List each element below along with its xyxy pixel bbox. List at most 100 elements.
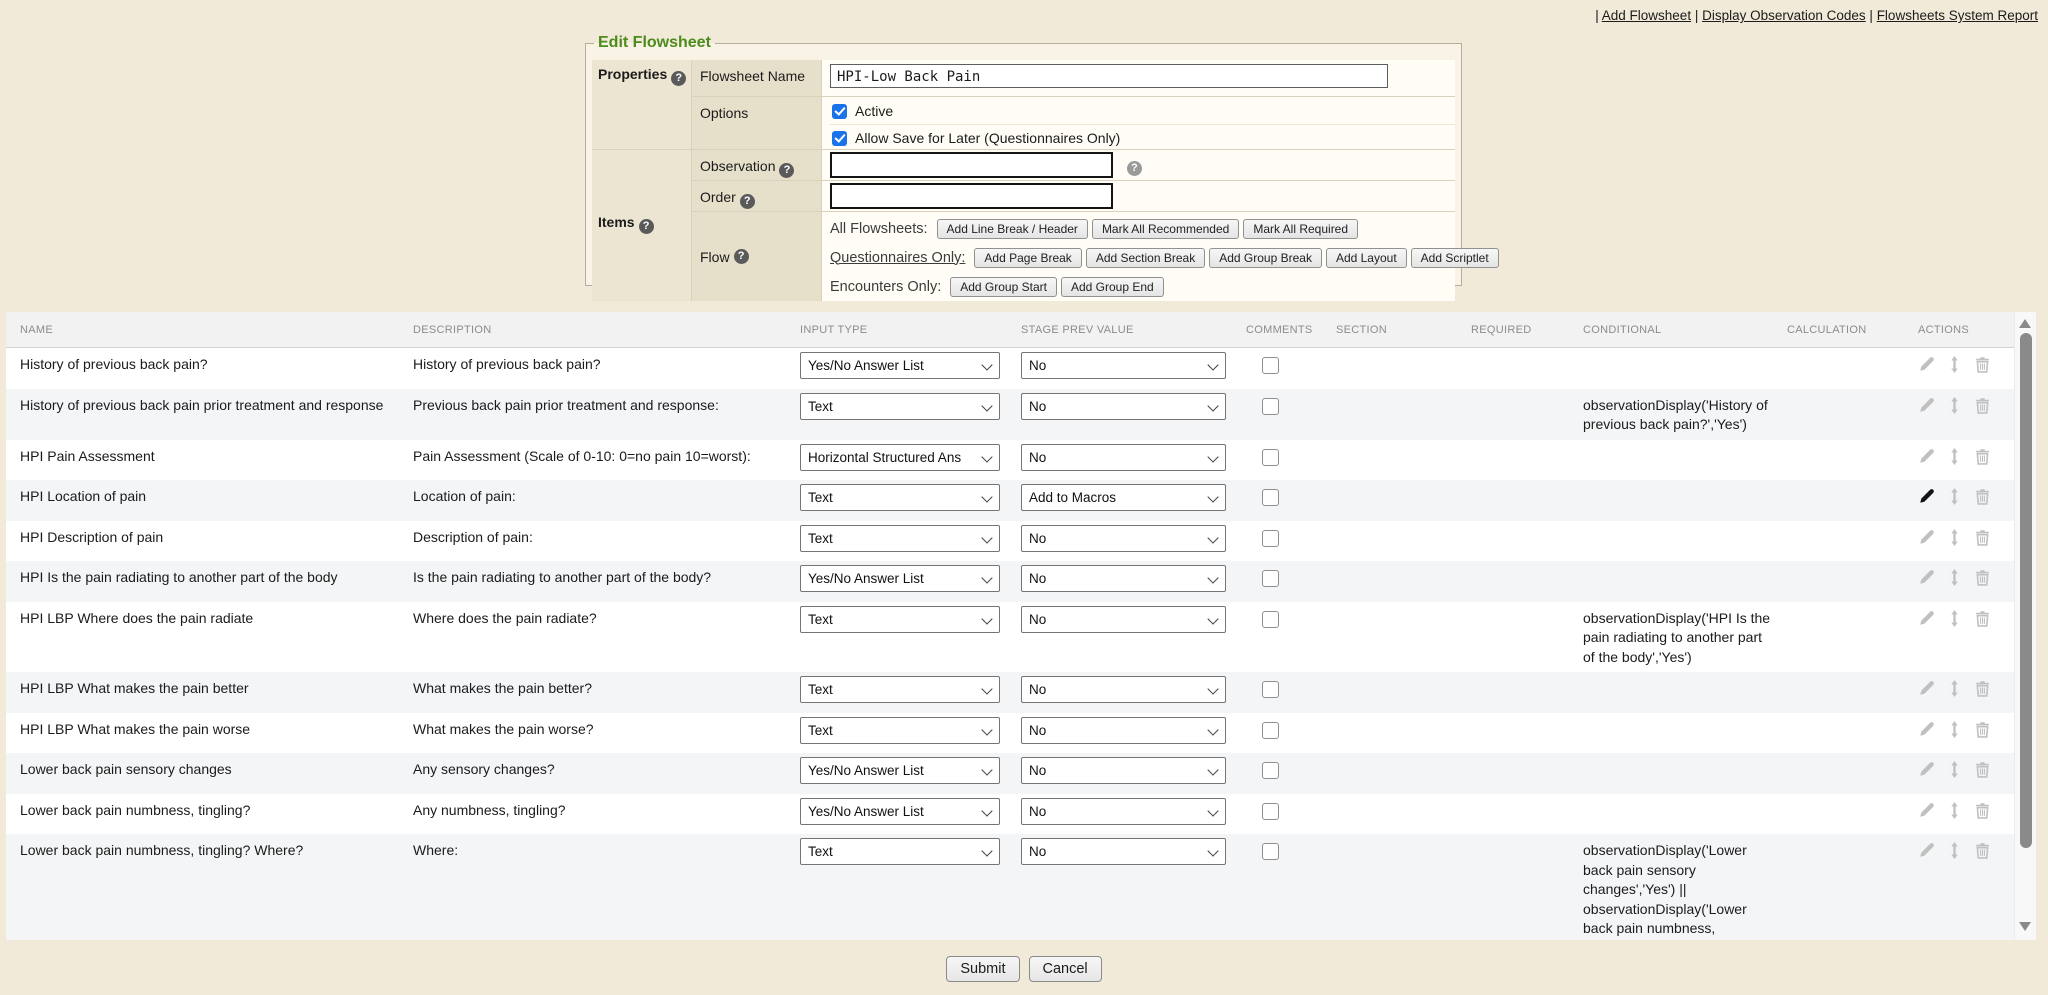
delete-item-icon[interactable] [1974, 397, 1991, 414]
input-type-select[interactable]: Yes/No Answer List [800, 798, 1000, 825]
stage-prev-value-select[interactable]: No [1021, 757, 1226, 784]
delete-item-icon[interactable] [1974, 488, 1991, 505]
input-type-select[interactable]: Yes/No Answer List [800, 352, 1000, 379]
delete-item-icon[interactable] [1974, 569, 1991, 586]
edit-item-icon[interactable] [1918, 529, 1935, 546]
comments-checkbox[interactable] [1262, 803, 1279, 820]
comments-checkbox[interactable] [1262, 357, 1279, 374]
observation-input[interactable] [830, 152, 1113, 178]
comments-checkbox[interactable] [1262, 398, 1279, 415]
input-type-select[interactable]: Text [800, 484, 1000, 511]
delete-item-icon[interactable] [1974, 529, 1991, 546]
vertical-scrollbar[interactable] [2014, 312, 2036, 940]
add-group-end-button[interactable]: Add Group End [1061, 277, 1164, 297]
input-type-select[interactable]: Text [800, 676, 1000, 703]
input-type-select[interactable]: Text [800, 717, 1000, 744]
help-icon[interactable]: ? [740, 194, 755, 209]
comments-checkbox[interactable] [1262, 611, 1279, 628]
reorder-item-icon[interactable] [1946, 356, 1963, 373]
comments-checkbox[interactable] [1262, 843, 1279, 860]
help-icon[interactable]: ? [779, 163, 794, 178]
order-input[interactable] [830, 183, 1113, 209]
add-scriptlet-button[interactable]: Add Scriptlet [1411, 248, 1499, 268]
stage-prev-value-select[interactable]: No [1021, 717, 1226, 744]
stage-prev-value-select[interactable]: No [1021, 606, 1226, 633]
help-icon[interactable]: ? [671, 71, 686, 86]
stage-prev-value-select[interactable]: No [1021, 798, 1226, 825]
reorder-item-icon[interactable] [1946, 842, 1963, 859]
input-type-select[interactable]: Text [800, 838, 1000, 865]
comments-checkbox[interactable] [1262, 762, 1279, 779]
edit-item-icon[interactable] [1918, 802, 1935, 819]
help-icon[interactable]: ? [639, 219, 654, 234]
add-page-break-button[interactable]: Add Page Break [974, 248, 1081, 268]
add-section-break-button[interactable]: Add Section Break [1086, 248, 1205, 268]
edit-item-icon[interactable] [1918, 397, 1935, 414]
comments-checkbox[interactable] [1262, 489, 1279, 506]
add-group-start-button[interactable]: Add Group Start [950, 277, 1057, 297]
mark-all-recommended-button[interactable]: Mark All Recommended [1092, 219, 1239, 239]
stage-prev-value-select[interactable]: No [1021, 444, 1226, 471]
top-link-add-flowsheet[interactable]: Add Flowsheet [1602, 8, 1691, 23]
reorder-item-icon[interactable] [1946, 721, 1963, 738]
reorder-item-icon[interactable] [1946, 397, 1963, 414]
input-type-select[interactable]: Yes/No Answer List [800, 565, 1000, 592]
scroll-up-icon[interactable] [2019, 319, 2031, 328]
delete-item-icon[interactable] [1974, 680, 1991, 697]
reorder-item-icon[interactable] [1946, 448, 1963, 465]
stage-prev-value-select[interactable]: No [1021, 676, 1226, 703]
reorder-item-icon[interactable] [1946, 680, 1963, 697]
stage-prev-value-select[interactable]: No [1021, 393, 1226, 420]
cancel-button[interactable]: Cancel [1029, 956, 1102, 982]
edit-item-icon[interactable] [1918, 721, 1935, 738]
edit-item-icon[interactable] [1918, 842, 1935, 859]
delete-item-icon[interactable] [1974, 802, 1991, 819]
delete-item-icon[interactable] [1974, 761, 1991, 778]
input-type-select[interactable]: Text [800, 393, 1000, 420]
delete-item-icon[interactable] [1974, 610, 1991, 627]
active-checkbox[interactable] [832, 104, 847, 119]
comments-checkbox[interactable] [1262, 722, 1279, 739]
delete-item-icon[interactable] [1974, 448, 1991, 465]
submit-button[interactable]: Submit [946, 956, 1019, 982]
input-type-select[interactable]: Yes/No Answer List [800, 757, 1000, 784]
delete-item-icon[interactable] [1974, 842, 1991, 859]
input-type-select[interactable]: Text [800, 525, 1000, 552]
stage-prev-value-select[interactable]: Add to Macros [1021, 484, 1226, 511]
mark-all-required-button[interactable]: Mark All Required [1243, 219, 1358, 239]
comments-checkbox[interactable] [1262, 530, 1279, 547]
reorder-item-icon[interactable] [1946, 761, 1963, 778]
edit-item-icon[interactable] [1918, 569, 1935, 586]
scrollbar-thumb[interactable] [2020, 333, 2032, 848]
stage-prev-value-select[interactable]: No [1021, 565, 1226, 592]
stage-prev-value-select[interactable]: No [1021, 525, 1226, 552]
add-layout-button[interactable]: Add Layout [1326, 248, 1407, 268]
comments-checkbox[interactable] [1262, 570, 1279, 587]
reorder-item-icon[interactable] [1946, 610, 1963, 627]
edit-item-icon[interactable] [1918, 610, 1935, 627]
reorder-item-icon[interactable] [1946, 529, 1963, 546]
flowsheet-name-input[interactable]: HPI-Low Back Pain [830, 64, 1388, 88]
add-line-break-header-button[interactable]: Add Line Break / Header [937, 219, 1088, 239]
top-link-flowsheets-system-report[interactable]: Flowsheets System Report [1877, 8, 2038, 23]
edit-item-icon[interactable] [1918, 680, 1935, 697]
comments-checkbox[interactable] [1262, 681, 1279, 698]
add-group-break-button[interactable]: Add Group Break [1209, 248, 1322, 268]
input-type-select[interactable]: Text [800, 606, 1000, 633]
delete-item-icon[interactable] [1974, 356, 1991, 373]
scroll-down-icon[interactable] [2019, 922, 2031, 931]
top-link-display-observation-codes[interactable]: Display Observation Codes [1702, 8, 1866, 23]
edit-item-icon[interactable] [1918, 488, 1935, 505]
edit-item-icon[interactable] [1918, 761, 1935, 778]
comments-checkbox[interactable] [1262, 449, 1279, 466]
reorder-item-icon[interactable] [1946, 569, 1963, 586]
help-icon[interactable]: ? [734, 249, 749, 264]
input-type-select[interactable]: Horizontal Structured Ans [800, 444, 1000, 471]
delete-item-icon[interactable] [1974, 721, 1991, 738]
help-icon[interactable]: ? [1127, 161, 1142, 176]
stage-prev-value-select[interactable]: No [1021, 838, 1226, 865]
stage-prev-value-select[interactable]: No [1021, 352, 1226, 379]
edit-item-icon[interactable] [1918, 356, 1935, 373]
reorder-item-icon[interactable] [1946, 802, 1963, 819]
allow-save-checkbox[interactable] [832, 131, 847, 146]
